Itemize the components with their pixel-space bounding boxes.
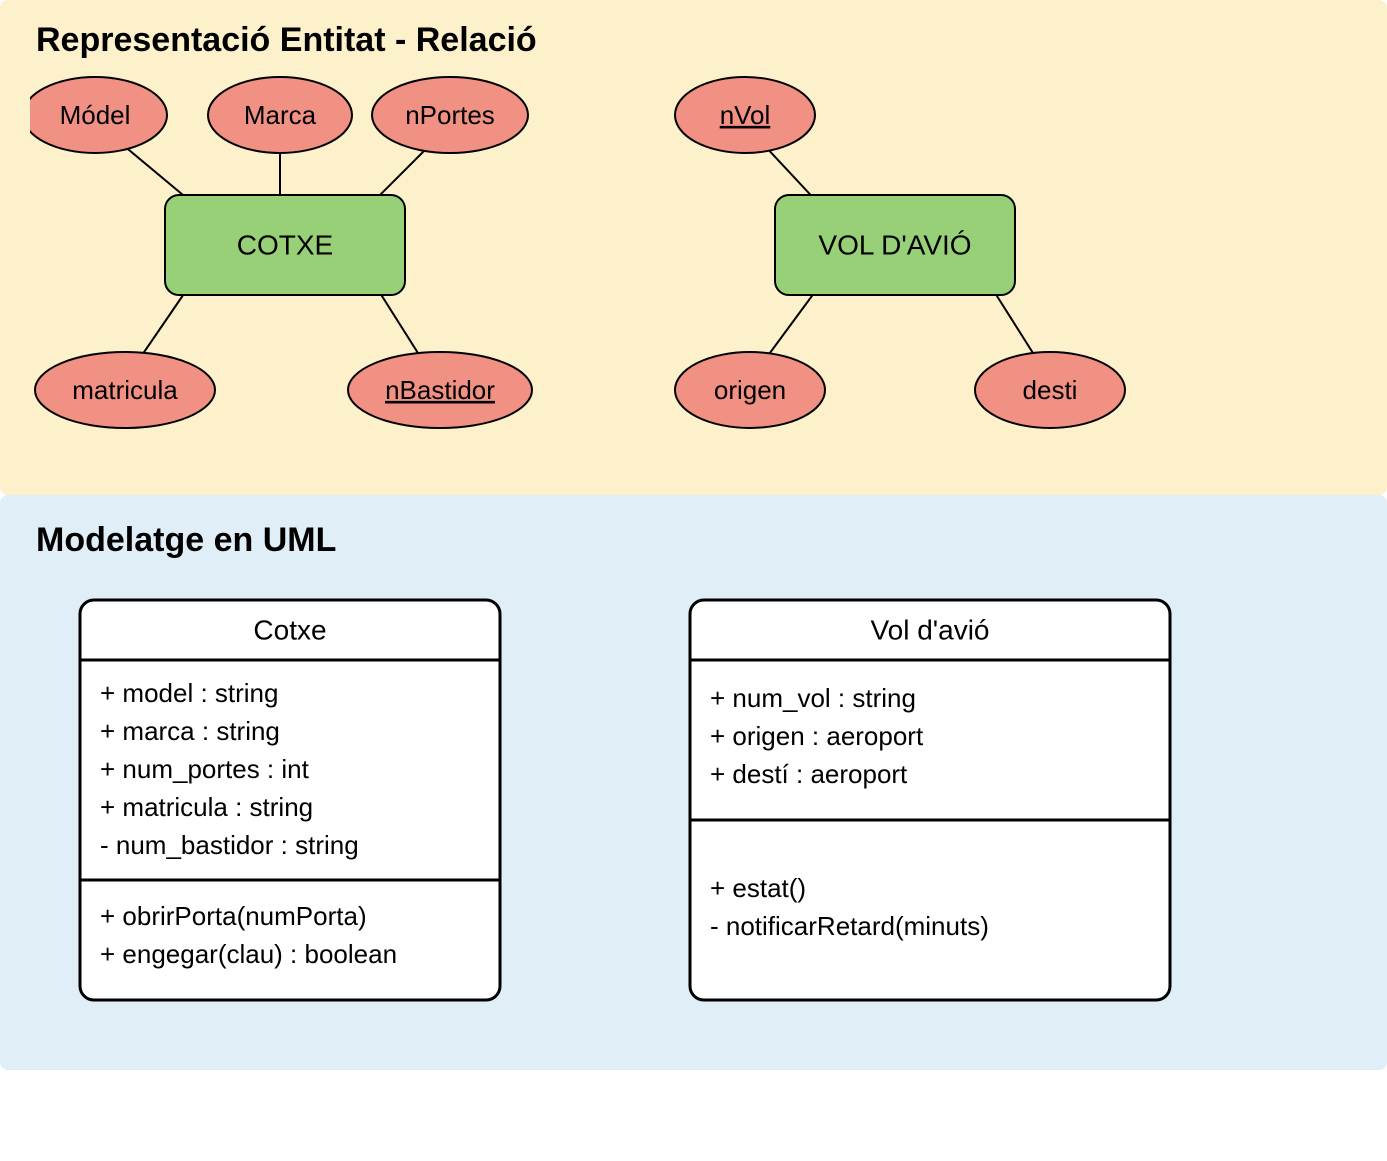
- uml-cotxe-attr: + model : string: [100, 678, 278, 708]
- entity-cotxe: COTXE: [105, 130, 445, 380]
- attr-model: Módel: [30, 77, 167, 153]
- svg-text:Marca: Marca: [244, 100, 317, 130]
- er-panel: Representació Entitat - Relació COTXE Mó…: [0, 0, 1387, 495]
- uml-cotxe-attr: + marca : string: [100, 716, 280, 746]
- uml-vol-op: + estat(): [710, 873, 806, 903]
- attr-desti: desti: [975, 352, 1125, 428]
- uml-class-cotxe: Cotxe + model : string + marca : string …: [80, 600, 500, 1000]
- attr-matricula: matricula: [35, 352, 215, 428]
- uml-vol-op: - notificarRetard(minuts): [710, 911, 989, 941]
- uml-vol-name: Vol d'avió: [871, 614, 990, 645]
- uml-vol-attr: + origen : aeroport: [710, 721, 924, 751]
- er-title: Representació Entitat - Relació: [36, 21, 1357, 60]
- uml-cotxe-op: + engegar(clau) : boolean: [100, 939, 397, 969]
- uml-cotxe-name: Cotxe: [253, 614, 326, 645]
- svg-text:nVol: nVol: [720, 100, 771, 130]
- svg-text:nBastidor: nBastidor: [385, 375, 495, 405]
- uml-vol-attr: + num_vol : string: [710, 683, 916, 713]
- attr-nportes: nPortes: [372, 77, 528, 153]
- attr-nvol: nVol: [675, 77, 815, 153]
- svg-text:Módel: Módel: [60, 100, 131, 130]
- uml-class-vol: Vol d'avió + num_vol : string + origen :…: [690, 600, 1170, 1000]
- svg-text:origen: origen: [714, 375, 786, 405]
- uml-panel: Modelatge en UML Cotxe + model : string …: [0, 495, 1387, 1070]
- uml-cotxe-op: + obrirPorta(numPorta): [100, 901, 367, 931]
- uml-cotxe-attr: + num_portes : int: [100, 754, 310, 784]
- uml-title: Modelatge en UML: [36, 521, 1357, 560]
- er-diagram: COTXE Módel Marca nPortes matricula nBas…: [30, 70, 1357, 480]
- uml-vol-attr: + destí : aeroport: [710, 759, 908, 789]
- uml-cotxe-attr: - num_bastidor : string: [100, 830, 359, 860]
- uml-diagram: Cotxe + model : string + marca : string …: [30, 570, 1357, 1040]
- svg-text:nPortes: nPortes: [405, 100, 495, 130]
- uml-cotxe-attr: + matricula : string: [100, 792, 313, 822]
- attr-origen: origen: [675, 352, 825, 428]
- svg-text:desti: desti: [1023, 375, 1078, 405]
- entity-vol-label: VOL D'AVIÓ: [818, 229, 971, 260]
- attr-nbastidor: nBastidor: [348, 352, 532, 428]
- entity-cotxe-label: COTXE: [237, 229, 333, 260]
- attr-marca: Marca: [208, 77, 352, 153]
- entity-vol: VOL D'AVIÓ: [750, 130, 1050, 380]
- svg-text:matricula: matricula: [72, 375, 178, 405]
